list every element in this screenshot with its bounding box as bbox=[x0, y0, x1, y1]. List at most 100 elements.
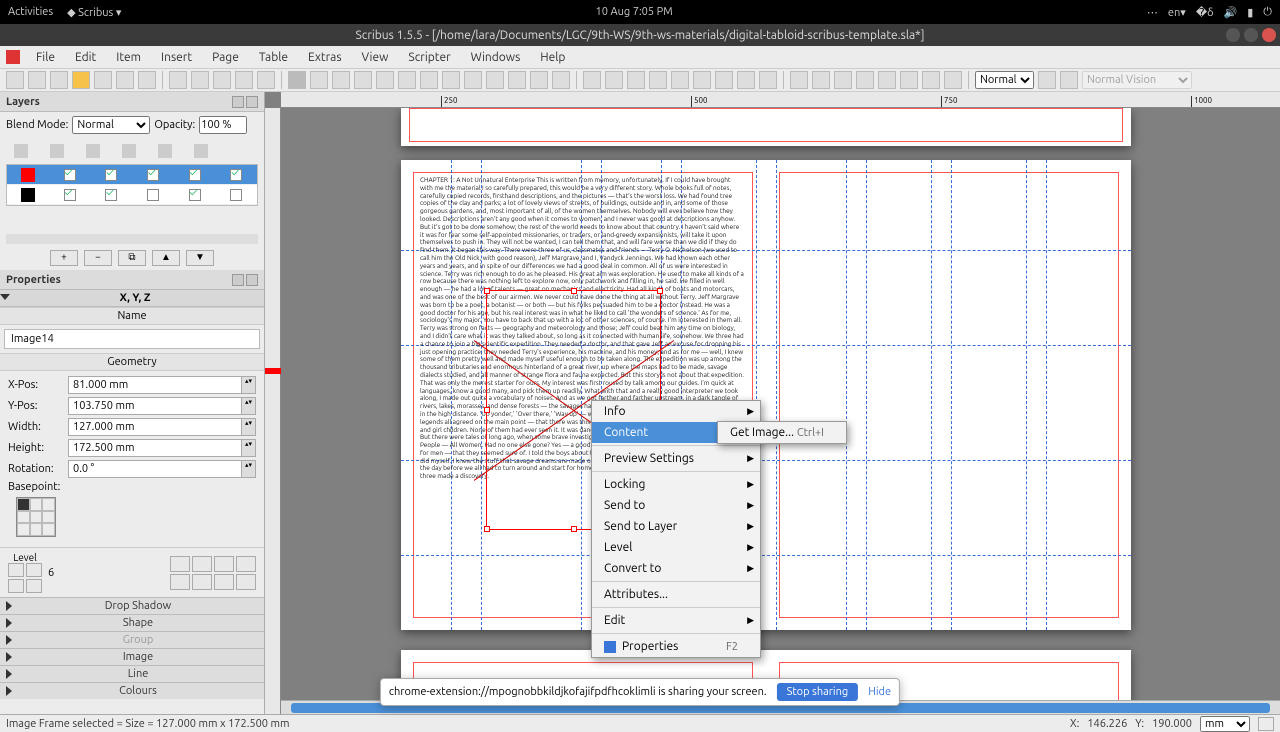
ctx-locking[interactable]: Locking▶ bbox=[592, 474, 760, 495]
tool-pdf-text[interactable] bbox=[834, 71, 852, 89]
noprint-button[interactable] bbox=[214, 574, 234, 590]
ctx-send-to-layer[interactable]: Send to Layer▶ bbox=[592, 516, 760, 537]
tool-measurements[interactable] bbox=[715, 71, 733, 89]
tool-shape[interactable] bbox=[398, 71, 416, 89]
layer-down-button[interactable]: ▼ bbox=[186, 250, 214, 266]
section-shape[interactable]: Shape bbox=[0, 614, 264, 631]
tool-copyprops[interactable] bbox=[737, 71, 755, 89]
tool-open[interactable] bbox=[28, 71, 46, 89]
tool-cms-toggle[interactable] bbox=[1038, 71, 1056, 89]
app-menu[interactable]: ◆ Scribus ▾ bbox=[67, 6, 121, 19]
section-line[interactable]: Line bbox=[0, 665, 264, 682]
status-button[interactable] bbox=[1258, 717, 1274, 731]
opacity-input[interactable] bbox=[199, 116, 247, 134]
menu-table[interactable]: Table bbox=[251, 49, 296, 66]
ctx-level[interactable]: Level▶ bbox=[592, 537, 760, 558]
tool-pdf-link[interactable] bbox=[944, 71, 962, 89]
tool-arc[interactable] bbox=[420, 71, 438, 89]
stop-sharing-button[interactable]: Stop sharing bbox=[777, 683, 859, 701]
ruler-horizontal[interactable]: 250 500 750 1000 bbox=[281, 92, 1280, 108]
ungroup-button[interactable] bbox=[192, 556, 212, 572]
menu-help[interactable]: Help bbox=[532, 49, 573, 66]
tool-editcontents[interactable] bbox=[627, 71, 645, 89]
tool-select[interactable] bbox=[288, 71, 306, 89]
level-up-button[interactable] bbox=[26, 563, 42, 577]
tool-pdf-radio[interactable] bbox=[812, 71, 830, 89]
width-input[interactable] bbox=[68, 418, 242, 436]
tool-rotate[interactable] bbox=[583, 71, 601, 89]
ctx-preview-settings[interactable]: Preview Settings▶ bbox=[592, 448, 760, 469]
tool-imageframe[interactable] bbox=[332, 71, 350, 89]
ctx-attributes[interactable]: Attributes... bbox=[592, 584, 760, 605]
fliph-button[interactable] bbox=[214, 556, 234, 572]
close-button[interactable] bbox=[1262, 28, 1276, 42]
menu-file[interactable]: File bbox=[28, 49, 63, 66]
canvas[interactable]: CHAPTER 1: A Not Unnatural Enterprise Th… bbox=[281, 108, 1280, 700]
tool-polygon[interactable] bbox=[442, 71, 460, 89]
menu-page[interactable]: Page bbox=[204, 49, 247, 66]
section-colours[interactable]: Colours bbox=[0, 682, 264, 699]
layers-hscroll[interactable] bbox=[6, 234, 258, 244]
section-image[interactable]: Image bbox=[0, 648, 264, 665]
ypos-input[interactable] bbox=[68, 397, 242, 415]
props-close[interactable] bbox=[246, 274, 258, 286]
tool-redo[interactable] bbox=[191, 71, 209, 89]
tool-pdf-check[interactable] bbox=[856, 71, 874, 89]
ypos-stepper[interactable]: ▴▾ bbox=[242, 397, 256, 415]
layer-row[interactable] bbox=[7, 165, 257, 185]
tool-textframe[interactable] bbox=[310, 71, 328, 89]
tool-copy[interactable] bbox=[235, 71, 253, 89]
battery-icon[interactable]: ▮ bbox=[1247, 6, 1253, 19]
layers-undock[interactable] bbox=[232, 96, 244, 108]
ctx-send-to[interactable]: Send to▶ bbox=[592, 495, 760, 516]
ctx-properties[interactable]: PropertiesF2 bbox=[592, 636, 760, 657]
name-field[interactable]: Image14 bbox=[4, 329, 260, 349]
tool-storyeditor[interactable] bbox=[649, 71, 667, 89]
tool-zoom[interactable] bbox=[605, 71, 623, 89]
layer-row[interactable] bbox=[7, 185, 257, 205]
tool-unlinkframes[interactable] bbox=[693, 71, 711, 89]
unit-select[interactable]: mm bbox=[1200, 716, 1250, 732]
view-mode-select[interactable]: Normal bbox=[975, 71, 1034, 89]
flipv-button[interactable] bbox=[236, 556, 256, 572]
notif-icon[interactable]: ⋯ bbox=[1147, 6, 1158, 19]
xpos-input[interactable] bbox=[68, 376, 242, 394]
props-undock[interactable] bbox=[232, 274, 244, 286]
tool-render[interactable] bbox=[354, 71, 372, 89]
tool-spiral[interactable] bbox=[464, 71, 482, 89]
ctx-info[interactable]: Info▶ bbox=[592, 401, 760, 422]
xyz-section[interactable]: X, Y, Z bbox=[0, 290, 264, 307]
height-stepper[interactable]: ▴▾ bbox=[242, 439, 256, 457]
ctx-convert-to[interactable]: Convert to▶ bbox=[592, 558, 760, 579]
basepoint-selector[interactable] bbox=[16, 497, 56, 537]
width-stepper[interactable]: ▴▾ bbox=[242, 418, 256, 436]
layer-delete-button[interactable]: − bbox=[84, 250, 112, 266]
lang-indicator[interactable]: en▾ bbox=[1168, 6, 1186, 19]
layer-duplicate-button[interactable]: ⧉ bbox=[118, 250, 146, 266]
tool-eyedropper[interactable] bbox=[759, 71, 777, 89]
tool-save[interactable] bbox=[50, 71, 68, 89]
tool-pdf[interactable] bbox=[138, 71, 156, 89]
blendmode-select[interactable]: Normal bbox=[72, 116, 150, 134]
tool-bezier[interactable] bbox=[508, 71, 526, 89]
vision-mode-select[interactable]: Normal Vision bbox=[1082, 71, 1192, 89]
activities-button[interactable]: Activities bbox=[8, 6, 53, 18]
layers-close[interactable] bbox=[246, 96, 258, 108]
ctx-get-image[interactable]: Get Image...Ctrl+I bbox=[718, 422, 846, 443]
layers-table[interactable] bbox=[6, 164, 258, 206]
menu-scripter[interactable]: Scripter bbox=[400, 49, 458, 66]
menu-edit[interactable]: Edit bbox=[67, 49, 104, 66]
tool-calligraphic[interactable] bbox=[552, 71, 570, 89]
ctx-edit[interactable]: Edit▶ bbox=[592, 610, 760, 631]
tool-preflight[interactable] bbox=[116, 71, 134, 89]
menu-item[interactable]: Item bbox=[108, 49, 149, 66]
level-down-button[interactable] bbox=[26, 579, 42, 593]
height-input[interactable] bbox=[68, 439, 242, 457]
layer-up-button[interactable]: ▲ bbox=[152, 250, 180, 266]
tool-print[interactable] bbox=[94, 71, 112, 89]
noexport-button[interactable] bbox=[236, 574, 256, 590]
tool-table[interactable] bbox=[376, 71, 394, 89]
section-dropshadow[interactable]: Drop Shadow bbox=[0, 597, 264, 614]
hide-banner-button[interactable]: Hide bbox=[868, 686, 891, 698]
level-bottom-button[interactable] bbox=[8, 579, 24, 593]
